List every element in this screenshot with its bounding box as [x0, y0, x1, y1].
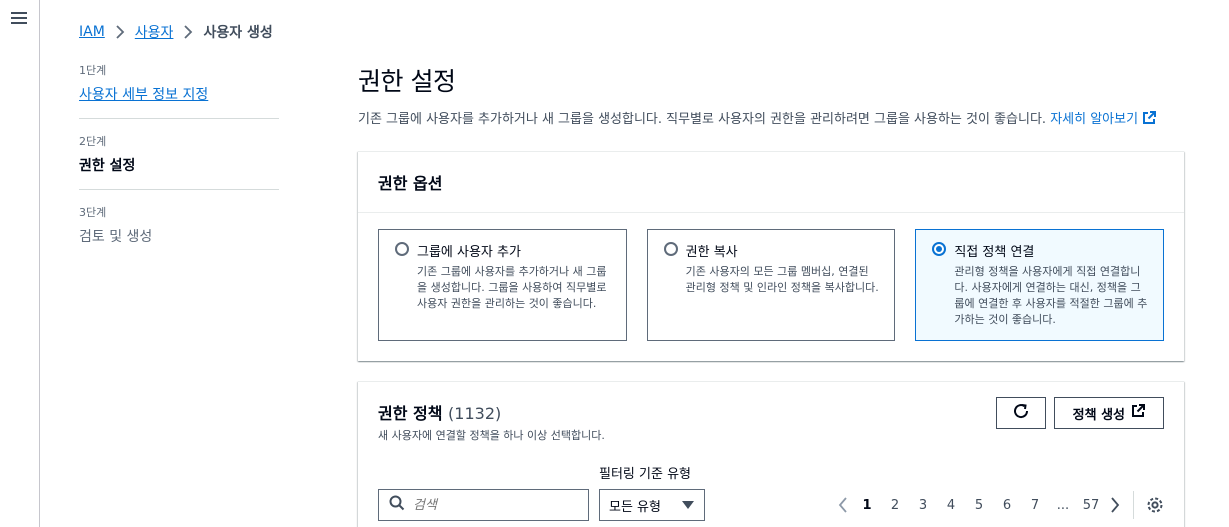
radio-button[interactable] — [395, 242, 409, 256]
previous-page-icon[interactable] — [833, 497, 853, 513]
filter-type-group: 필터링 기준 유형 모든 유형 — [599, 463, 705, 521]
breadcrumb: IAM 사용자 사용자 생성 — [79, 22, 273, 42]
page-number[interactable]: 4 — [937, 498, 965, 513]
option-attach-policies[interactable]: 직접 정책 연결 관리형 정책을 사용자에게 직접 연결합니다. 사용자에게 연… — [915, 229, 1165, 341]
breadcrumb-iam[interactable]: IAM — [79, 24, 105, 40]
filter-type-value: 모든 유형 — [609, 499, 661, 515]
breadcrumb-current: 사용자 생성 — [203, 25, 273, 41]
page-title: 권한 설정 — [358, 67, 456, 96]
policies-title: 권한 정책 (1132) — [378, 400, 605, 424]
create-policy-button[interactable]: 정책 생성 — [1053, 397, 1164, 429]
filter-row: 필터링 기준 유형 모든 유형 1 2 3 4 5 6 7 ... 57 — [378, 463, 1164, 521]
create-policy-label: 정책 생성 — [1072, 407, 1125, 423]
chevron-right-icon — [115, 25, 125, 39]
radio-button-selected[interactable] — [932, 242, 947, 256]
option-title: 그룹에 사용자 추가 — [417, 245, 521, 260]
option-add-to-group[interactable]: 그룹에 사용자 추가 기존 그룹에 사용자를 추가하거나 새 그룹을 생성합니다… — [378, 229, 627, 341]
step-number: 1단계 — [79, 64, 107, 77]
external-link-icon — [1142, 111, 1157, 129]
search-field[interactable] — [378, 489, 589, 521]
gear-icon[interactable] — [1146, 496, 1164, 514]
policies-title-text: 권한 정책 — [378, 404, 443, 423]
permission-options-card: 권한 옵션 그룹에 사용자 추가 기존 그룹에 사용자를 추가하거나 새 그룹을… — [358, 151, 1184, 361]
page-number[interactable]: 7 — [1021, 498, 1049, 513]
search-input[interactable] — [413, 497, 563, 513]
option-description: 기존 그룹에 사용자를 추가하거나 새 그룹을 생성합니다. 그룹을 사용하여 … — [417, 265, 607, 310]
page-number[interactable]: 1 — [853, 498, 881, 513]
main-content: 권한 설정 기존 그룹에 사용자를 추가하거나 새 그룹을 생성합니다. 직무별… — [358, 62, 1184, 527]
wizard-steps: 1단계 사용자 세부 정보 지정 2단계 권한 설정 3단계 검토 및 생성 — [79, 62, 279, 274]
search-icon — [389, 495, 405, 515]
breadcrumb-users[interactable]: 사용자 — [135, 22, 174, 42]
option-title: 권한 복사 — [685, 245, 738, 260]
step-2-label: 권한 설정 — [79, 158, 136, 174]
page-number[interactable]: 6 — [993, 498, 1021, 513]
permission-options-title: 권한 옵션 — [358, 152, 1184, 213]
policies-header: 권한 정책 (1132) 새 사용자에 연결할 정책을 하나 이상 선택합니다.… — [378, 397, 1164, 443]
policies-heading: 권한 정책 (1132) 새 사용자에 연결할 정책을 하나 이상 선택합니다. — [378, 400, 605, 443]
permission-policies-card: 권한 정책 (1132) 새 사용자에 연결할 정책을 하나 이상 선택합니다.… — [358, 381, 1184, 527]
page-number[interactable]: 5 — [965, 498, 993, 513]
learn-more-label: 자세히 알아보기 — [1050, 112, 1139, 127]
pagination: 1 2 3 4 5 6 7 ... 57 — [833, 489, 1164, 521]
policies-count: (1132) — [448, 404, 502, 423]
filter-type-label: 필터링 기준 유형 — [599, 467, 691, 482]
page-ellipsis: ... — [1056, 497, 1070, 513]
step-3-label: 검토 및 생성 — [79, 229, 153, 245]
radio-button[interactable] — [663, 242, 678, 256]
option-copy-permissions[interactable]: 권한 복사 기존 사용자의 모든 그룹 멤버십, 연결된 관리형 정책 및 인라… — [646, 229, 896, 341]
page-number[interactable]: 3 — [909, 498, 937, 513]
step-number: 3단계 — [79, 206, 107, 219]
page-number[interactable]: 57 — [1077, 498, 1105, 513]
refresh-icon — [1012, 402, 1030, 424]
divider — [1133, 491, 1134, 519]
policies-actions: 정책 생성 — [995, 397, 1164, 429]
learn-more-link[interactable]: 자세히 알아보기 — [1050, 111, 1157, 129]
option-description: 관리형 정책을 사용자에게 직접 연결합니다. 사용자에게 연결하는 대신, 정… — [954, 265, 1148, 326]
option-description: 기존 사용자의 모든 그룹 멤버십, 연결된 관리형 정책 및 인라인 정책을 … — [685, 265, 879, 294]
policies-subtitle: 새 사용자에 연결할 정책을 하나 이상 선택합니다. — [378, 429, 605, 442]
menu-icon[interactable] — [11, 12, 27, 28]
permission-options-group: 그룹에 사용자 추가 기존 그룹에 사용자를 추가하거나 새 그룹을 생성합니다… — [358, 213, 1184, 361]
chevron-right-icon — [183, 25, 193, 39]
side-navigation-rail — [0, 0, 40, 527]
filter-type-select[interactable]: 모든 유형 — [599, 489, 705, 521]
refresh-button[interactable] — [995, 397, 1046, 429]
next-page-icon[interactable] — [1105, 497, 1125, 513]
caret-down-icon — [682, 501, 694, 509]
step-1: 1단계 사용자 세부 정보 지정 — [79, 62, 279, 119]
step-3: 3단계 검토 및 생성 — [79, 204, 279, 260]
page-description: 기존 그룹에 사용자를 추가하거나 새 그룹을 생성합니다. 직무별로 사용자의… — [358, 108, 1184, 129]
step-2: 2단계 권한 설정 — [79, 133, 279, 190]
page-description-text: 기존 그룹에 사용자를 추가하거나 새 그룹을 생성합니다. 직무별로 사용자의… — [358, 112, 1047, 127]
page-number[interactable]: 2 — [881, 498, 909, 513]
step-1-link[interactable]: 사용자 세부 정보 지정 — [79, 84, 279, 104]
option-title: 직접 정책 연결 — [954, 245, 1035, 260]
step-number: 2단계 — [79, 135, 107, 148]
external-link-icon — [1131, 404, 1145, 422]
